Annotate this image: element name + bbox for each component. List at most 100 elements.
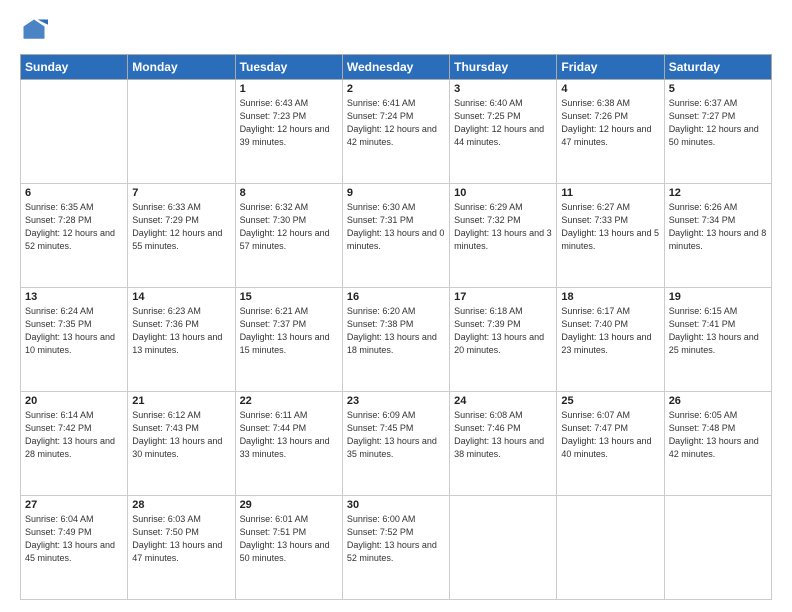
day-info: Sunrise: 6:03 AM Sunset: 7:50 PM Dayligh… [132, 513, 230, 565]
day-info: Sunrise: 6:40 AM Sunset: 7:25 PM Dayligh… [454, 97, 552, 149]
day-info: Sunrise: 6:26 AM Sunset: 7:34 PM Dayligh… [669, 201, 767, 253]
calendar-cell: 28 Sunrise: 6:03 AM Sunset: 7:50 PM Dayli… [128, 496, 235, 600]
logo-icon [20, 16, 48, 44]
calendar-cell: 4 Sunrise: 6:38 AM Sunset: 7:26 PM Daylig… [557, 80, 664, 184]
day-number: 16 [347, 291, 445, 303]
calendar-cell [664, 496, 771, 600]
day-info: Sunrise: 6:27 AM Sunset: 7:33 PM Dayligh… [561, 201, 659, 253]
calendar-week-3: 13 Sunrise: 6:24 AM Sunset: 7:35 PM Dayli… [21, 288, 772, 392]
day-info: Sunrise: 6:30 AM Sunset: 7:31 PM Dayligh… [347, 201, 445, 253]
calendar-cell: 17Sunrise: 6:18 AM Sunset: 7:39 PM Dayli… [450, 288, 557, 392]
calendar-header-saturday: Saturday [664, 55, 771, 80]
day-info: Sunrise: 6:20 AM Sunset: 7:38 PM Dayligh… [347, 305, 445, 357]
day-number: 19 [669, 291, 767, 303]
calendar-cell: 30Sunrise: 6:00 AM Sunset: 7:52 PM Dayli… [342, 496, 449, 600]
calendar-cell [128, 80, 235, 184]
calendar-header-sunday: Sunday [21, 55, 128, 80]
calendar-cell [450, 496, 557, 600]
day-info: Sunrise: 6:11 AM Sunset: 7:44 PM Dayligh… [240, 409, 338, 461]
day-number: 9 [347, 187, 445, 199]
calendar-week-2: 6 Sunrise: 6:35 AM Sunset: 7:28 PM Daylig… [21, 184, 772, 288]
calendar-cell: 26 Sunrise: 6:05 AM Sunset: 7:48 PM Dayli… [664, 392, 771, 496]
day-number: 5 [669, 83, 767, 95]
calendar-cell: 21Sunrise: 6:12 AM Sunset: 7:43 PM Dayli… [128, 392, 235, 496]
day-number: 10 [454, 187, 552, 199]
day-number: 25 [561, 395, 659, 407]
calendar-cell [21, 80, 128, 184]
day-info: Sunrise: 6:14 AM Sunset: 7:42 PM Dayligh… [25, 409, 123, 461]
day-number: 6 [25, 187, 123, 199]
calendar-cell: 11 Sunrise: 6:27 AM Sunset: 7:33 PM Dayli… [557, 184, 664, 288]
day-number: 22 [240, 395, 338, 407]
calendar-cell: 19 Sunrise: 6:15 AM Sunset: 7:41 PM Dayli… [664, 288, 771, 392]
day-number: 1 [240, 83, 338, 95]
day-number: 27 [25, 499, 123, 511]
calendar-cell: 23 Sunrise: 6:09 AM Sunset: 7:45 PM Dayli… [342, 392, 449, 496]
calendar-week-4: 20 Sunrise: 6:14 AM Sunset: 7:42 PM Dayli… [21, 392, 772, 496]
day-info: Sunrise: 6:33 AM Sunset: 7:29 PM Dayligh… [132, 201, 230, 253]
day-info: Sunrise: 6:37 AM Sunset: 7:27 PM Dayligh… [669, 97, 767, 149]
calendar-cell: 25 Sunrise: 6:07 AM Sunset: 7:47 PM Dayli… [557, 392, 664, 496]
day-number: 8 [240, 187, 338, 199]
calendar-cell: 22 Sunrise: 6:11 AM Sunset: 7:44 PM Dayli… [235, 392, 342, 496]
calendar-header-thursday: Thursday [450, 55, 557, 80]
day-info: Sunrise: 6:04 AM Sunset: 7:49 PM Dayligh… [25, 513, 123, 565]
calendar-cell: 6 Sunrise: 6:35 AM Sunset: 7:28 PM Daylig… [21, 184, 128, 288]
day-info: Sunrise: 6:24 AM Sunset: 7:35 PM Dayligh… [25, 305, 123, 357]
day-number: 21 [132, 395, 230, 407]
calendar-cell: 20 Sunrise: 6:14 AM Sunset: 7:42 PM Dayli… [21, 392, 128, 496]
calendar-header-monday: Monday [128, 55, 235, 80]
calendar-cell: 14 Sunrise: 6:23 AM Sunset: 7:36 PM Dayli… [128, 288, 235, 392]
day-info: Sunrise: 6:01 AM Sunset: 7:51 PM Dayligh… [240, 513, 338, 565]
calendar-cell: 15 Sunrise: 6:21 AM Sunset: 7:37 PM Dayli… [235, 288, 342, 392]
day-info: Sunrise: 6:09 AM Sunset: 7:45 PM Dayligh… [347, 409, 445, 461]
day-number: 20 [25, 395, 123, 407]
day-number: 18 [561, 291, 659, 303]
day-number: 23 [347, 395, 445, 407]
calendar-table: SundayMondayTuesdayWednesdayThursdayFrid… [20, 54, 772, 600]
day-info: Sunrise: 6:38 AM Sunset: 7:26 PM Dayligh… [561, 97, 659, 149]
day-info: Sunrise: 6:17 AM Sunset: 7:40 PM Dayligh… [561, 305, 659, 357]
calendar-cell: 3Sunrise: 6:40 AM Sunset: 7:25 PM Daylig… [450, 80, 557, 184]
day-number: 11 [561, 187, 659, 199]
calendar-week-5: 27 Sunrise: 6:04 AM Sunset: 7:49 PM Dayli… [21, 496, 772, 600]
day-number: 12 [669, 187, 767, 199]
calendar-cell: 7 Sunrise: 6:33 AM Sunset: 7:29 PM Daylig… [128, 184, 235, 288]
day-number: 24 [454, 395, 552, 407]
calendar-cell: 1 Sunrise: 6:43 AM Sunset: 7:23 PM Daylig… [235, 80, 342, 184]
day-number: 4 [561, 83, 659, 95]
day-info: Sunrise: 6:00 AM Sunset: 7:52 PM Dayligh… [347, 513, 445, 565]
day-info: Sunrise: 6:05 AM Sunset: 7:48 PM Dayligh… [669, 409, 767, 461]
calendar-cell: 5 Sunrise: 6:37 AM Sunset: 7:27 PM Daylig… [664, 80, 771, 184]
calendar-cell: 18 Sunrise: 6:17 AM Sunset: 7:40 PM Dayli… [557, 288, 664, 392]
day-info: Sunrise: 6:21 AM Sunset: 7:37 PM Dayligh… [240, 305, 338, 357]
day-info: Sunrise: 6:08 AM Sunset: 7:46 PM Dayligh… [454, 409, 552, 461]
day-number: 28 [132, 499, 230, 511]
page: SundayMondayTuesdayWednesdayThursdayFrid… [0, 0, 792, 612]
day-info: Sunrise: 6:43 AM Sunset: 7:23 PM Dayligh… [240, 97, 338, 149]
calendar-cell: 2Sunrise: 6:41 AM Sunset: 7:24 PM Daylig… [342, 80, 449, 184]
day-number: 26 [669, 395, 767, 407]
day-info: Sunrise: 6:41 AM Sunset: 7:24 PM Dayligh… [347, 97, 445, 149]
day-info: Sunrise: 6:35 AM Sunset: 7:28 PM Dayligh… [25, 201, 123, 253]
calendar-cell: 24 Sunrise: 6:08 AM Sunset: 7:46 PM Dayli… [450, 392, 557, 496]
calendar-header-wednesday: Wednesday [342, 55, 449, 80]
header [20, 16, 772, 44]
day-info: Sunrise: 6:07 AM Sunset: 7:47 PM Dayligh… [561, 409, 659, 461]
calendar-cell: 12 Sunrise: 6:26 AM Sunset: 7:34 PM Dayli… [664, 184, 771, 288]
day-number: 13 [25, 291, 123, 303]
calendar-header-friday: Friday [557, 55, 664, 80]
day-info: Sunrise: 6:29 AM Sunset: 7:32 PM Dayligh… [454, 201, 552, 253]
calendar-cell [557, 496, 664, 600]
day-info: Sunrise: 6:15 AM Sunset: 7:41 PM Dayligh… [669, 305, 767, 357]
day-number: 14 [132, 291, 230, 303]
day-number: 15 [240, 291, 338, 303]
calendar-cell: 16 Sunrise: 6:20 AM Sunset: 7:38 PM Dayli… [342, 288, 449, 392]
day-info: Sunrise: 6:23 AM Sunset: 7:36 PM Dayligh… [132, 305, 230, 357]
day-number: 29 [240, 499, 338, 511]
calendar-cell: 29 Sunrise: 6:01 AM Sunset: 7:51 PM Dayli… [235, 496, 342, 600]
calendar-cell: 10 Sunrise: 6:29 AM Sunset: 7:32 PM Dayli… [450, 184, 557, 288]
calendar-week-1: 1 Sunrise: 6:43 AM Sunset: 7:23 PM Daylig… [21, 80, 772, 184]
day-number: 7 [132, 187, 230, 199]
calendar-cell: 27 Sunrise: 6:04 AM Sunset: 7:49 PM Dayli… [21, 496, 128, 600]
